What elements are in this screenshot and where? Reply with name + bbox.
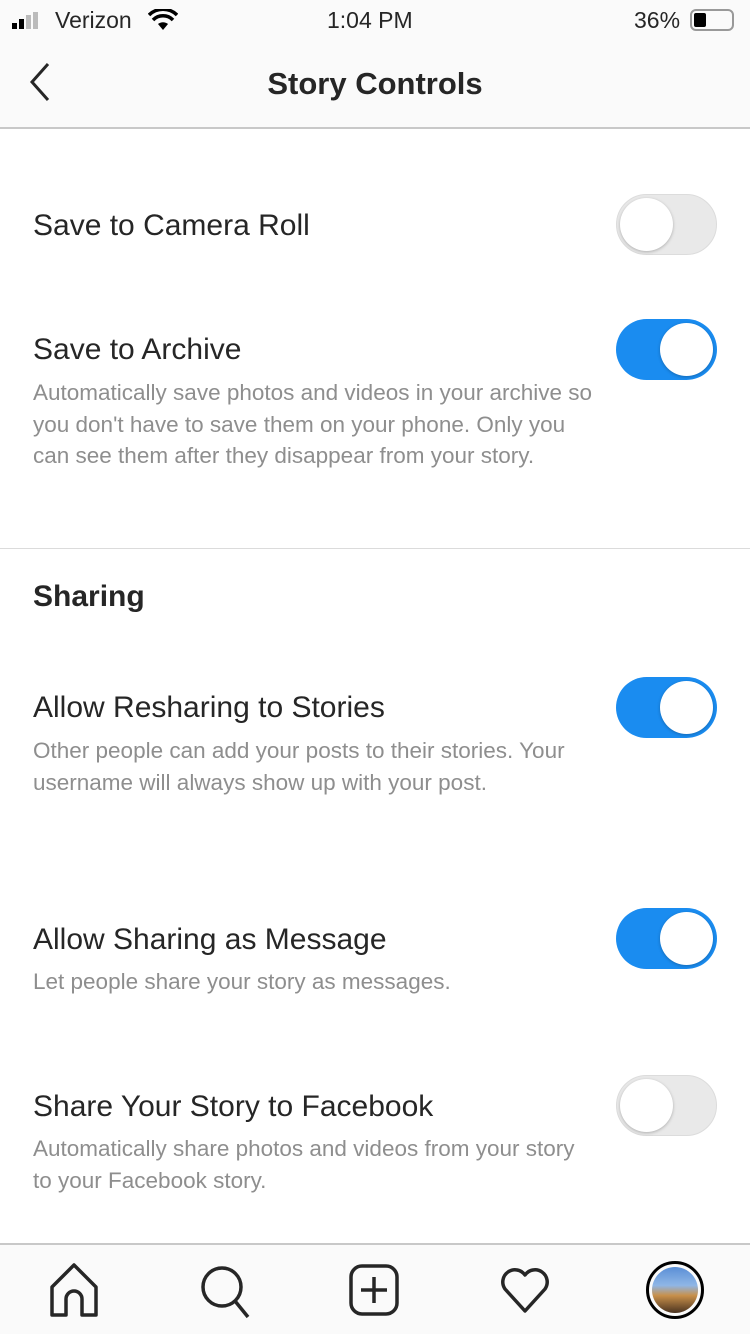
- facebook-description: Automatically share photos and videos fr…: [33, 1136, 575, 1193]
- clock: 1:04 PM: [327, 7, 413, 33]
- carrier: Verizon: [55, 7, 132, 33]
- sharing-heading: Sharing: [33, 580, 145, 613]
- message-label: Allow Sharing as Message: [33, 923, 387, 956]
- signal-icon: [12, 12, 38, 29]
- resharing-toggle[interactable]: [616, 677, 717, 738]
- wifi-icon: [148, 9, 178, 30]
- home-icon[interactable]: [46, 1263, 102, 1319]
- status-bar: Verizon 1:04 PM 36%: [0, 0, 750, 40]
- page-title: Story Controls: [267, 66, 483, 101]
- camera-roll-toggle[interactable]: [616, 194, 717, 255]
- resharing-description: Other people can add your posts to their…: [33, 738, 565, 795]
- archive-label: Save to Archive: [33, 333, 242, 366]
- divider: [0, 548, 750, 549]
- archive-description: Automatically save photos and videos in …: [33, 380, 593, 468]
- heart-icon[interactable]: [497, 1263, 553, 1319]
- search-icon[interactable]: [198, 1263, 254, 1319]
- nav-bar: Story Controls: [0, 40, 750, 129]
- resharing-label: Allow Resharing to Stories: [33, 691, 385, 724]
- battery-percent: 36%: [634, 7, 681, 33]
- battery-icon: [690, 9, 734, 31]
- profile-avatar[interactable]: [646, 1261, 704, 1319]
- tab-bar: [0, 1243, 750, 1334]
- message-description: Let people share your story as messages.: [33, 969, 451, 994]
- camera-roll-label: Save to Camera Roll: [33, 209, 310, 242]
- new-post-icon[interactable]: [346, 1263, 402, 1319]
- facebook-toggle[interactable]: [616, 1075, 717, 1136]
- message-toggle[interactable]: [616, 908, 717, 969]
- archive-toggle[interactable]: [616, 319, 717, 380]
- facebook-label: Share Your Story to Facebook: [33, 1090, 434, 1123]
